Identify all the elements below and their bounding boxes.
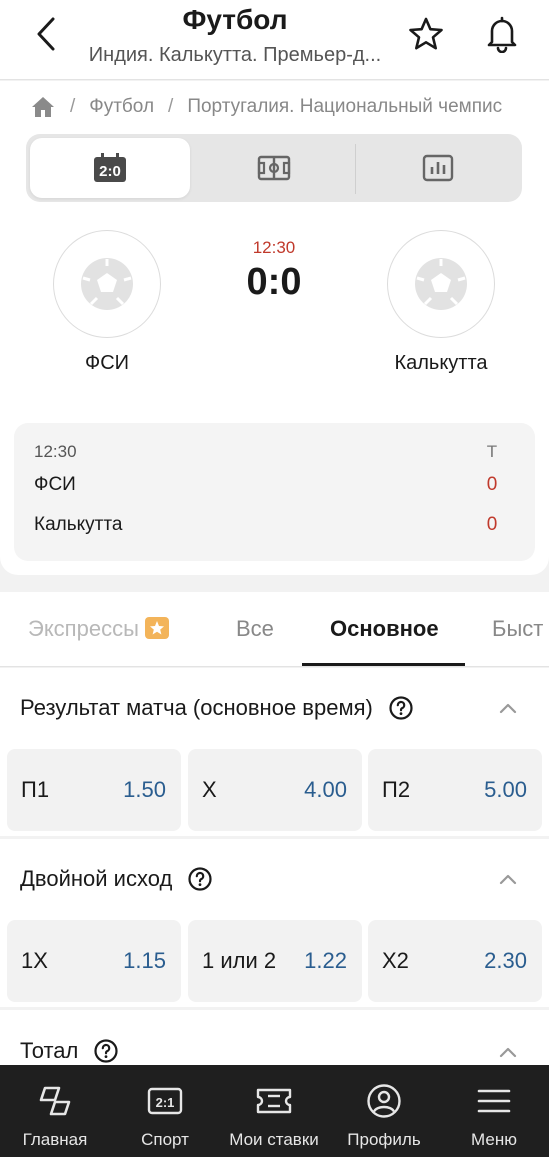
home-team-logo[interactable]	[53, 230, 161, 338]
sport-score-icon: 2:1	[145, 1081, 185, 1121]
tab-field[interactable]	[194, 138, 354, 198]
odd-button[interactable]: X 4.00	[188, 749, 362, 831]
market-header[interactable]: Тотал	[20, 1038, 118, 1064]
menu-icon	[474, 1081, 514, 1121]
tab-all[interactable]: Все	[236, 616, 274, 642]
notifications-button[interactable]	[482, 14, 522, 54]
breadcrumb: / Футбол / Португалия. Национальный чемп…	[30, 93, 540, 121]
match-view-switcher: 2:0	[26, 134, 522, 202]
market-double-chance: Двойной исход 1X 1.15 1 или 2 1.22 X2 2.…	[0, 839, 549, 1007]
nav-label: Мои ставки	[229, 1130, 319, 1149]
odd-label: X2	[382, 948, 409, 973]
profile-icon	[364, 1081, 404, 1121]
match-info-panel: / Футбол / Португалия. Национальный чемп…	[0, 81, 549, 575]
top-header: Футбол Индия. Калькутта. Премьер-д...	[0, 0, 549, 80]
odd-label: П1	[21, 777, 50, 802]
market-title: Результат матча (основное время)	[20, 695, 373, 720]
bell-icon	[487, 16, 517, 53]
nav-label: Главная	[22, 1130, 88, 1149]
breadcrumb-item-sport[interactable]: Футбол	[89, 96, 154, 118]
soccer-ball-icon	[81, 258, 133, 310]
nav-item-home[interactable]: Главная	[0, 1065, 110, 1157]
market-header[interactable]: Результат матча (основное время)	[20, 695, 413, 721]
score-table-value: 0	[486, 474, 498, 495]
tab-express-label: Экспрессы	[28, 616, 139, 641]
help-icon[interactable]	[94, 1039, 118, 1063]
score-table-column-header: Т	[486, 442, 498, 461]
nav-label: Меню	[471, 1130, 517, 1149]
nav-label: Профиль	[347, 1130, 421, 1149]
odd-label: 1 или 2	[202, 948, 277, 973]
star-icon	[409, 17, 443, 50]
tab-main[interactable]: Основное	[330, 616, 439, 642]
back-button[interactable]	[28, 14, 64, 54]
breadcrumb-separator: /	[70, 96, 76, 117]
soccer-ball-icon	[415, 258, 467, 310]
odd-button[interactable]: 1X 1.15	[7, 920, 181, 1002]
breadcrumb-separator: /	[168, 96, 174, 117]
header-title-block: Футбол Индия. Калькутта. Премьер-д...	[80, 4, 390, 68]
score-table: 12:30 Т ФСИ 0 Калькутта 0	[14, 423, 535, 561]
odd-button[interactable]: П1 1.50	[7, 749, 181, 831]
nav-item-sport[interactable]: 2:1 Спорт	[110, 1065, 220, 1157]
scoreboard-icon: 2:0	[94, 153, 126, 182]
match-time: 12:30	[252, 238, 296, 257]
market-header[interactable]: Двойной исход	[20, 866, 212, 892]
odd-button[interactable]: 1 или 2 1.22	[188, 920, 362, 1002]
express-star-icon	[144, 617, 169, 639]
odd-button[interactable]: П2 5.00	[368, 749, 542, 831]
market-title: Тотал	[20, 1038, 79, 1063]
match-score: 0:0	[246, 261, 302, 303]
tab-divider	[355, 144, 356, 194]
market-tabs: Экспрессы Все Основное Быст	[0, 592, 549, 667]
odd-value: 2.30	[484, 948, 527, 973]
ticket-icon	[254, 1081, 294, 1121]
nav-item-my-bets[interactable]: Мои ставки	[219, 1065, 329, 1157]
score-table-value: 0	[486, 514, 498, 535]
odd-button[interactable]: X2 2.30	[368, 920, 542, 1002]
football-field-icon	[257, 155, 291, 181]
help-icon[interactable]	[389, 696, 413, 720]
home-team-name: ФСИ	[84, 352, 130, 374]
tab-express[interactable]: Экспрессы	[28, 616, 169, 642]
tab-scoreboard[interactable]: 2:0	[30, 138, 190, 198]
away-team-name: Калькутта	[394, 352, 488, 374]
tab-fast[interactable]: Быст	[492, 616, 543, 642]
chevron-up-icon[interactable]	[496, 867, 520, 891]
nav-label: Спорт	[141, 1130, 189, 1149]
active-tab-indicator	[302, 663, 465, 666]
odd-value: 1.15	[123, 948, 166, 973]
breadcrumb-item-league[interactable]: Португалия. Национальный чемпис	[187, 96, 502, 118]
odd-value: 1.22	[304, 948, 347, 973]
chevron-up-icon[interactable]	[496, 696, 520, 720]
svg-text:2:1: 2:1	[156, 1095, 175, 1110]
odd-label: П2	[382, 777, 411, 802]
bottom-navigation: Главная 2:1 Спорт Мои ставки Профиль Мен…	[0, 1065, 549, 1157]
favorite-button[interactable]	[406, 14, 446, 54]
market-match-result: Результат матча (основное время) П1 1.50…	[0, 668, 549, 836]
odd-label: 1X	[21, 948, 48, 973]
home-icon[interactable]	[30, 95, 56, 119]
odd-value: 1.50	[123, 777, 166, 802]
score-table-team: Калькутта	[34, 514, 123, 535]
svg-text:2:0: 2:0	[99, 163, 121, 180]
page-subtitle: Индия. Калькутта. Премьер-д...	[88, 44, 382, 66]
score-table-team: ФСИ	[34, 474, 76, 495]
away-team-logo[interactable]	[387, 230, 495, 338]
market-total: Тотал	[0, 1010, 549, 1070]
odd-value: 4.00	[304, 777, 347, 802]
score-table-time: 12:30	[34, 442, 77, 461]
odd-value: 5.00	[484, 777, 527, 802]
nav-item-menu[interactable]: Меню	[439, 1065, 549, 1157]
page-title: Футбол	[182, 4, 288, 35]
help-icon[interactable]	[188, 867, 212, 891]
nav-item-profile[interactable]: Профиль	[329, 1065, 439, 1157]
market-title: Двойной исход	[20, 866, 173, 891]
tab-statistics[interactable]	[358, 138, 518, 198]
odd-label: X	[202, 777, 217, 802]
chevron-up-icon[interactable]	[496, 1040, 520, 1064]
chevron-left-icon	[37, 17, 55, 51]
statistics-icon	[422, 154, 454, 182]
home-nav-icon	[35, 1081, 75, 1121]
